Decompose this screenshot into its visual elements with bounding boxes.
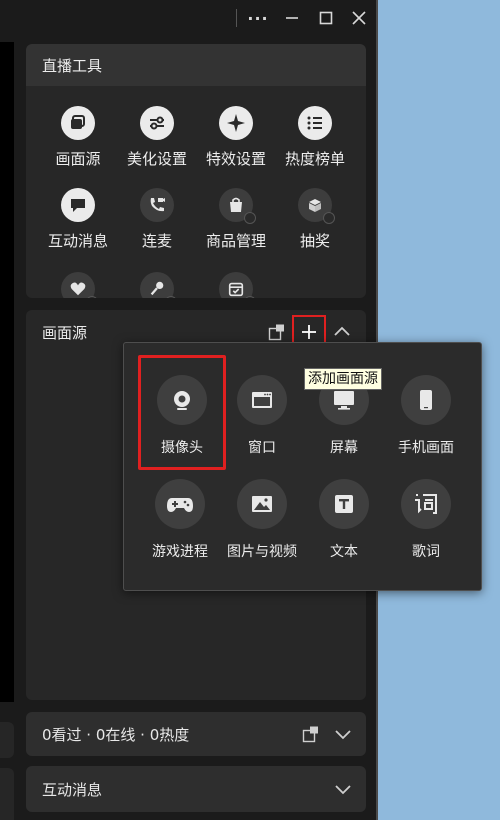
left-panel-stub [0, 722, 14, 758]
source-option-label: 歌词 [412, 544, 440, 560]
external-badge-icon [165, 296, 177, 298]
source-option-label: 屏幕 [330, 440, 358, 456]
sliders-icon [140, 106, 174, 140]
tool-label: 特效设置 [205, 150, 266, 168]
external-badge-icon [244, 212, 256, 224]
add-source-tooltip: 添加画面源 [304, 368, 382, 390]
tool-screen-source[interactable]: 画面源 [38, 106, 118, 169]
list-icon [298, 106, 332, 140]
tool-hot-ranking[interactable]: 热度榜单 [275, 106, 355, 169]
chevron-down-icon[interactable] [334, 781, 352, 797]
chevron-up-icon[interactable] [332, 322, 352, 342]
source-option-label: 窗口 [248, 440, 276, 456]
source-option-label: 游戏进程 [152, 544, 208, 560]
source-option-label: 文本 [330, 544, 358, 560]
tool-interactive-messages[interactable]: 互动消息 [38, 188, 118, 251]
layers-icon [61, 106, 95, 140]
tool-calendar[interactable] [196, 272, 276, 298]
lyrics-icon [401, 479, 451, 529]
gift-box-icon [298, 188, 335, 224]
shopping-bag-icon [219, 188, 256, 224]
gamepad-icon [155, 479, 205, 529]
add-source-menu: 摄像头 窗口 屏幕 手机画面 游戏进程 图片与视频 文本 歌词 [123, 342, 482, 591]
titlebar-divider [236, 9, 237, 27]
webcam-icon [157, 375, 207, 425]
tool-co-host[interactable]: 连麦 [117, 188, 197, 251]
tool-lottery[interactable]: 抽奖 [275, 188, 355, 251]
screen-source-title: 画面源 [42, 323, 88, 342]
chat-icon [61, 188, 95, 222]
external-badge-icon [244, 296, 256, 298]
tool-microphone[interactable] [117, 272, 197, 298]
source-option-window[interactable]: 窗口 [222, 375, 302, 457]
tool-effect-settings[interactable]: 特效设置 [196, 106, 276, 169]
tool-product-management[interactable]: 商品管理 [196, 188, 276, 251]
window-icon [237, 375, 287, 425]
close-icon[interactable] [345, 4, 373, 32]
live-tools-panel: 直播工具 画面源 美化设置 特效设置 热度榜单 互动消息 连麦 商品管理 抽奖 [26, 44, 366, 298]
tool-label: 热度榜单 [284, 150, 345, 168]
source-option-text[interactable]: 文本 [304, 479, 384, 561]
tool-heart[interactable] [38, 272, 118, 298]
popout-icon[interactable] [302, 725, 320, 743]
tool-label: 商品管理 [205, 232, 266, 250]
external-badge-icon [86, 296, 98, 298]
text-icon [319, 479, 369, 529]
phone-icon [401, 375, 451, 425]
live-tools-title: 直播工具 [26, 44, 366, 86]
more-dots-icon[interactable]: ··· [244, 4, 272, 32]
interactive-messages-title: 互动消息 [42, 780, 103, 799]
tool-label: 互动消息 [47, 232, 108, 250]
tool-label: 美化设置 [126, 150, 187, 168]
source-option-label: 摄像头 [161, 440, 203, 456]
source-option-label: 手机画面 [398, 440, 454, 456]
external-badge-icon [323, 212, 335, 224]
tool-label: 抽奖 [299, 232, 330, 250]
maximize-icon[interactable] [312, 4, 340, 32]
live-tools-grid: 画面源 美化设置 特效设置 热度榜单 互动消息 连麦 商品管理 抽奖 [26, 86, 366, 298]
tool-label: 画面源 [55, 150, 101, 168]
live-stats-text: 0看过 · 0在线 · 0热度 [42, 725, 190, 744]
preview-canvas [0, 42, 14, 702]
heart-icon [61, 272, 98, 298]
source-option-label: 图片与视频 [227, 544, 297, 560]
live-stats-bar: 0看过 · 0在线 · 0热度 [26, 712, 366, 756]
minimize-icon[interactable] [278, 4, 306, 32]
calendar-check-icon [219, 272, 256, 298]
video-call-icon [140, 188, 174, 222]
sparkle-icon [219, 106, 253, 140]
source-option-lyrics[interactable]: 歌词 [386, 479, 466, 561]
source-option-camera[interactable]: 摄像头 [142, 375, 222, 457]
source-option-phone[interactable]: 手机画面 [386, 375, 466, 457]
source-option-game[interactable]: 游戏进程 [140, 479, 220, 561]
image-icon [237, 479, 287, 529]
left-panel-stub [0, 768, 14, 820]
source-option-image-video[interactable]: 图片与视频 [222, 479, 302, 561]
popout-icon[interactable] [268, 323, 286, 341]
chevron-down-icon[interactable] [334, 726, 352, 742]
tool-beauty-settings[interactable]: 美化设置 [117, 106, 197, 169]
tool-label: 连麦 [141, 232, 172, 250]
microphone-icon [140, 272, 177, 298]
title-bar: ··· [0, 0, 376, 36]
interactive-messages-bar[interactable]: 互动消息 [26, 766, 366, 812]
